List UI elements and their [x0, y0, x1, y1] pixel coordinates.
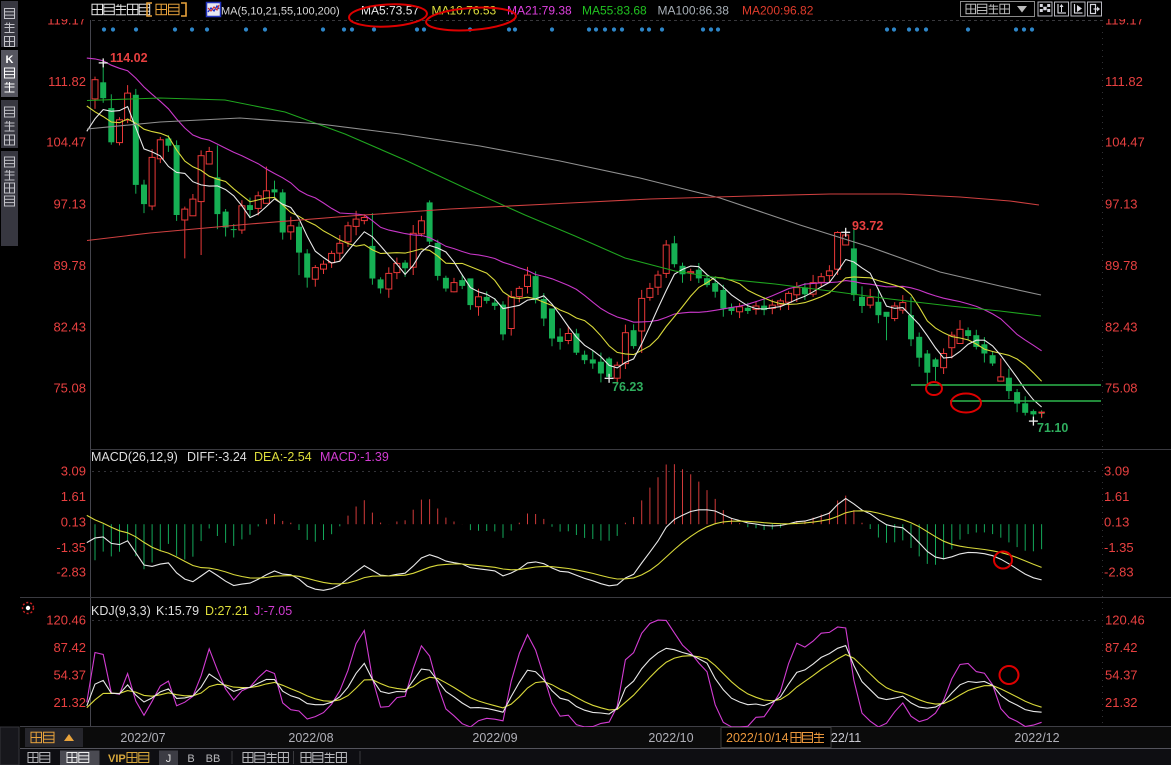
svg-text:MACD(26,12,9): MACD(26,12,9) — [91, 450, 178, 464]
svg-text:76.23: 76.23 — [612, 380, 643, 394]
svg-text:1.61: 1.61 — [61, 489, 86, 504]
svg-text:MA(5,10,21,55,100,200): MA(5,10,21,55,100,200) — [221, 6, 340, 18]
svg-text:71.10: 71.10 — [1037, 421, 1068, 435]
svg-text:-2.83: -2.83 — [1104, 565, 1134, 580]
svg-text:J:-7.05: J:-7.05 — [254, 604, 292, 618]
svg-text:111.82: 111.82 — [1105, 74, 1143, 89]
svg-text:97.13: 97.13 — [1105, 196, 1138, 211]
svg-text:2022/07: 2022/07 — [120, 731, 165, 745]
svg-text:KDJ(9,3,3): KDJ(9,3,3) — [91, 604, 151, 618]
svg-text:2022/08: 2022/08 — [288, 731, 333, 745]
svg-text:0.13: 0.13 — [1104, 515, 1129, 530]
svg-text:104.47: 104.47 — [46, 135, 86, 150]
svg-text:54.37: 54.37 — [53, 668, 86, 683]
svg-text:2022/10/14: 2022/10/14 — [726, 731, 789, 745]
svg-text:B: B — [187, 753, 194, 765]
svg-text:K:15.79: K:15.79 — [156, 604, 199, 618]
svg-text:-2.83: -2.83 — [56, 565, 86, 580]
svg-text:21.32: 21.32 — [1105, 695, 1138, 710]
svg-text:89.78: 89.78 — [53, 258, 86, 273]
svg-text:DIFF:-3.24: DIFF:-3.24 — [187, 450, 247, 464]
svg-text:DEA:-2.54: DEA:-2.54 — [254, 450, 312, 464]
svg-text:120.46: 120.46 — [1105, 613, 1145, 628]
svg-text:MA55:83.68: MA55:83.68 — [582, 4, 647, 18]
svg-text:75.08: 75.08 — [1105, 381, 1138, 396]
svg-text:97.13: 97.13 — [53, 196, 86, 211]
svg-text:21.32: 21.32 — [53, 695, 86, 710]
svg-text:114.02: 114.02 — [110, 51, 148, 65]
svg-text:87.42: 87.42 — [53, 640, 86, 655]
svg-text:K: K — [6, 54, 14, 66]
svg-text:54.37: 54.37 — [1105, 668, 1138, 683]
svg-text:87.42: 87.42 — [1105, 640, 1138, 655]
svg-text:2022/12: 2022/12 — [1014, 731, 1059, 745]
svg-text:MA200:96.82: MA200:96.82 — [742, 4, 814, 18]
svg-text:-1.35: -1.35 — [56, 540, 86, 555]
svg-text:82.43: 82.43 — [1105, 319, 1138, 334]
svg-text:BB: BB — [206, 753, 221, 765]
svg-text:-1.35: -1.35 — [1104, 540, 1134, 555]
svg-text:89.78: 89.78 — [1105, 258, 1138, 273]
svg-text:93.72: 93.72 — [852, 219, 883, 233]
svg-text:MA100:86.38: MA100:86.38 — [658, 4, 730, 18]
svg-text:111.82: 111.82 — [48, 74, 86, 89]
svg-text:3.09: 3.09 — [1104, 464, 1129, 479]
svg-text:120.46: 120.46 — [46, 613, 86, 628]
svg-text:75.08: 75.08 — [53, 381, 86, 396]
svg-text:0.13: 0.13 — [61, 515, 86, 530]
svg-text:3.09: 3.09 — [61, 464, 86, 479]
svg-text:2022/10: 2022/10 — [648, 731, 693, 745]
svg-text:J: J — [166, 753, 172, 765]
svg-text:MA10:76.53: MA10:76.53 — [432, 4, 497, 18]
svg-text:104.47: 104.47 — [1105, 135, 1145, 150]
svg-text:D:27.21: D:27.21 — [205, 604, 249, 618]
svg-text:1.61: 1.61 — [1104, 489, 1129, 504]
svg-text:82.43: 82.43 — [53, 319, 86, 334]
svg-text:MACD:-1.39: MACD:-1.39 — [320, 450, 389, 464]
svg-text:2022/09: 2022/09 — [472, 731, 517, 745]
svg-text:VIP: VIP — [108, 753, 126, 765]
